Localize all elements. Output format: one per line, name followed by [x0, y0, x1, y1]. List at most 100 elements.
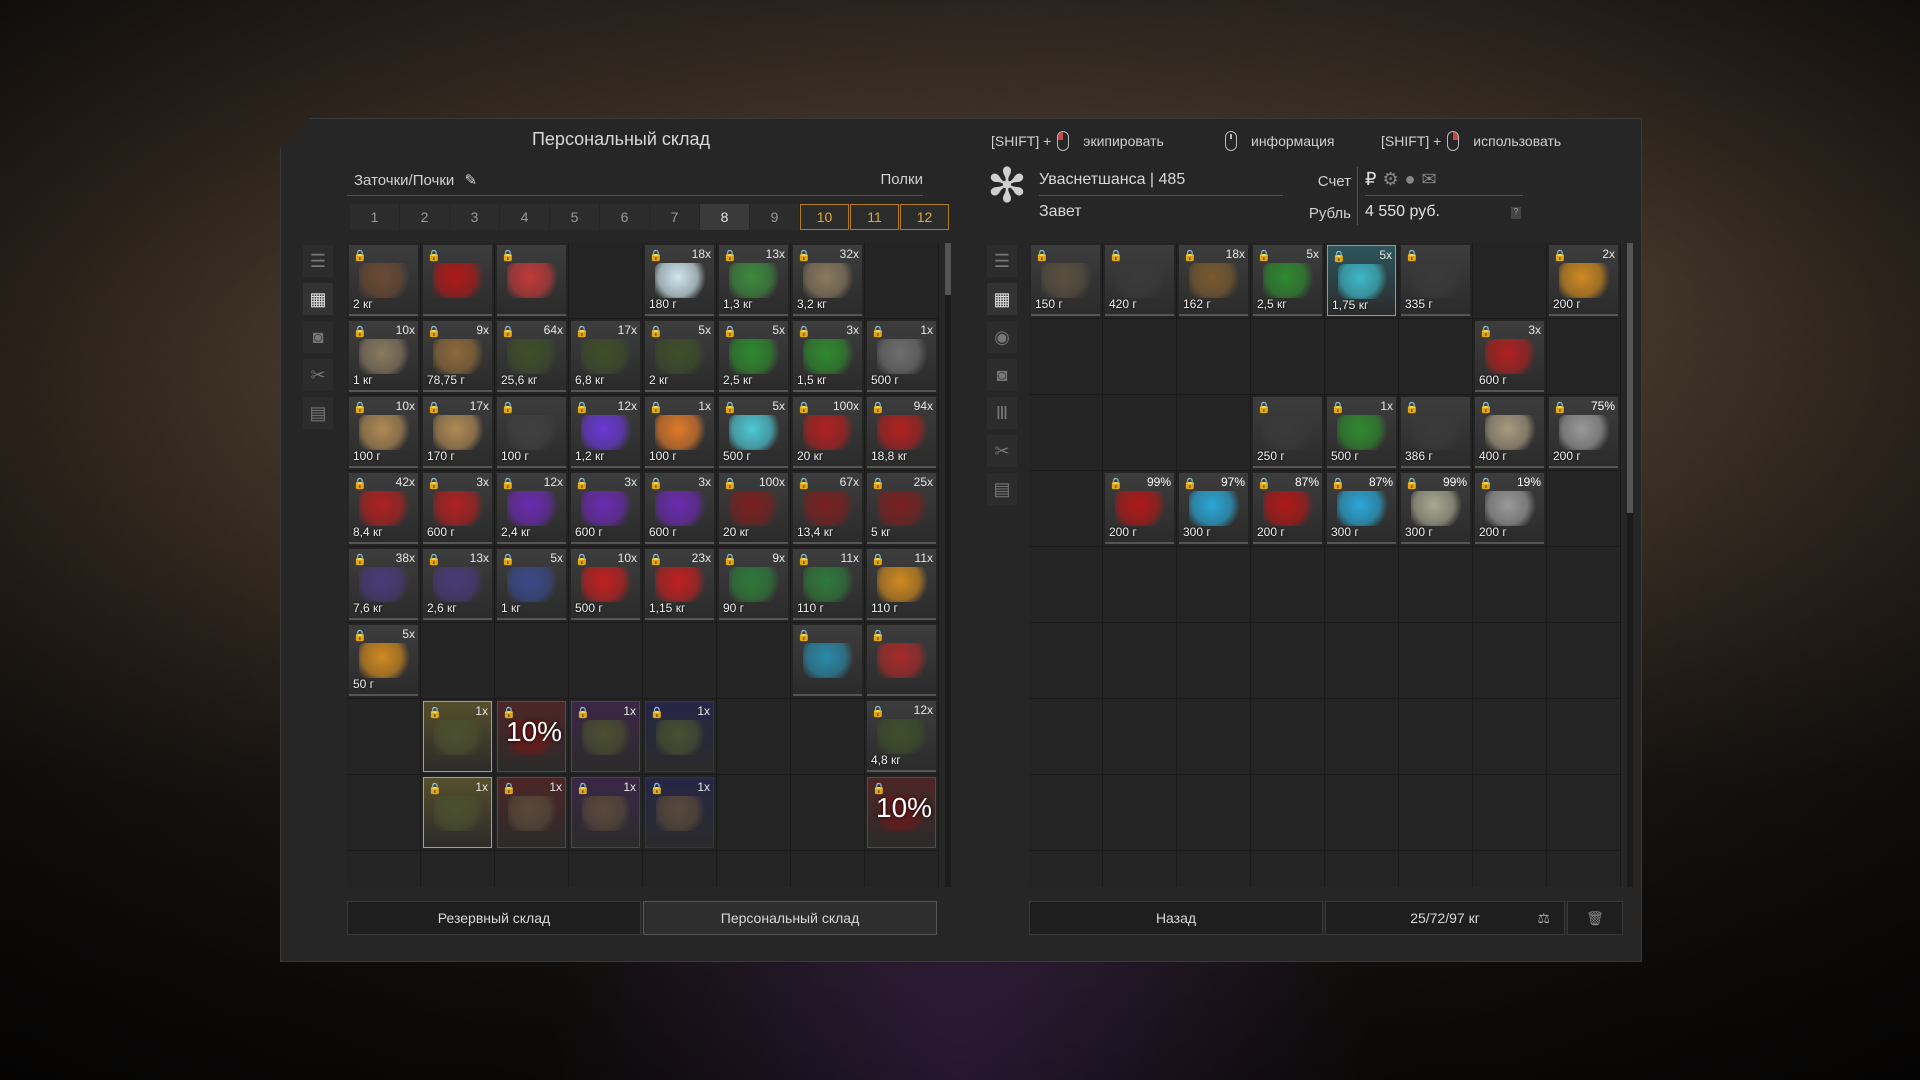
- grid-cell[interactable]: [1325, 319, 1399, 395]
- grid-cell[interactable]: 🔒 17x 6,8 кг: [569, 319, 643, 395]
- inventory-item[interactable]: 🔒 99% 200 г: [1105, 473, 1174, 544]
- inventory-item[interactable]: 🔒 10%: [497, 701, 566, 772]
- inventory-item[interactable]: 🔒 5x 500 г: [719, 397, 788, 468]
- grid-cell[interactable]: 🔒 38x 7,6 кг: [347, 547, 421, 623]
- grid-cell[interactable]: 🔒 1x 500 г: [1325, 395, 1399, 471]
- inventory-item[interactable]: 🔒 17x 170 г: [423, 397, 492, 468]
- grid-cell[interactable]: [717, 623, 791, 699]
- personal-storage-button[interactable]: Персональный склад: [643, 901, 937, 935]
- grid-cell[interactable]: 🔒: [791, 623, 865, 699]
- inventory-item[interactable]: 🔒 1x: [645, 777, 714, 848]
- grid-cell[interactable]: [643, 851, 717, 887]
- ammo-filter-icon[interactable]: Ⅲ: [987, 397, 1017, 429]
- shelf-tab-7[interactable]: 7: [650, 204, 699, 230]
- grid-cell[interactable]: [1251, 547, 1325, 623]
- grid-cell[interactable]: [569, 243, 643, 319]
- grid-cell[interactable]: [1177, 395, 1251, 471]
- grid-cell[interactable]: [1473, 699, 1547, 775]
- inventory-item[interactable]: 🔒: [867, 625, 936, 696]
- grid-cell[interactable]: [347, 699, 421, 775]
- grid-cell[interactable]: [1103, 395, 1177, 471]
- grid-cell[interactable]: [1325, 851, 1399, 887]
- grid-cell[interactable]: [1473, 851, 1547, 887]
- ruble-icon[interactable]: ₽: [1365, 169, 1382, 189]
- grid-cell[interactable]: 🔒 25x 5 кг: [865, 471, 939, 547]
- inventory-item[interactable]: 🔒 1x: [571, 777, 640, 848]
- inventory-item[interactable]: 🔒 150 г: [1031, 245, 1100, 316]
- inventory-item[interactable]: 🔒 5x 2,5 кг: [1253, 245, 1322, 316]
- grid-cell[interactable]: [1399, 775, 1473, 851]
- grid-cell[interactable]: 🔒 23x 1,15 кг: [643, 547, 717, 623]
- grid-cell[interactable]: [1177, 851, 1251, 887]
- grid-cell[interactable]: [1547, 547, 1621, 623]
- grid-cell[interactable]: 🔒 11x 110 г: [791, 547, 865, 623]
- grid-cell[interactable]: 🔒 42x 8,4 кг: [347, 471, 421, 547]
- inventory-item[interactable]: 🔒 5x 2 кг: [645, 321, 714, 392]
- grid-cell[interactable]: 🔒 97% 300 г: [1177, 471, 1251, 547]
- shelf-name[interactable]: Заточки/Почки ✎: [354, 171, 477, 189]
- inventory-item[interactable]: 🔒 87% 300 г: [1327, 473, 1396, 544]
- inventory-item[interactable]: 🔒 100x 20 кг: [793, 397, 862, 468]
- grid-cell[interactable]: [791, 851, 865, 887]
- grid-cell[interactable]: [1399, 547, 1473, 623]
- grid-cell[interactable]: [1325, 623, 1399, 699]
- shelf-tab-12[interactable]: 12: [900, 204, 949, 230]
- grid-cell[interactable]: [1177, 319, 1251, 395]
- shelf-tab-9[interactable]: 9: [750, 204, 799, 230]
- grid-cell[interactable]: 🔒 87% 300 г: [1325, 471, 1399, 547]
- grid-cell[interactable]: 🔒 1x: [643, 699, 717, 775]
- grid-cell[interactable]: [1547, 851, 1621, 887]
- grid-cell[interactable]: [1251, 851, 1325, 887]
- inventory-item[interactable]: 🔒 10%: [867, 777, 936, 848]
- inventory-item[interactable]: 🔒 87% 200 г: [1253, 473, 1322, 544]
- grid-cell[interactable]: [1251, 699, 1325, 775]
- grid-cell[interactable]: [1547, 319, 1621, 395]
- grid-cell[interactable]: 🔒 18x 180 г: [643, 243, 717, 319]
- inventory-item[interactable]: 🔒 13x 2,6 кг: [423, 549, 492, 620]
- left-scroll-thumb[interactable]: [945, 243, 951, 295]
- grid-cell[interactable]: 🔒 420 г: [1103, 243, 1177, 319]
- grid-cell[interactable]: [569, 623, 643, 699]
- grid-cell[interactable]: 🔒 1x: [569, 775, 643, 851]
- shelf-tab-2[interactable]: 2: [400, 204, 449, 230]
- grid-cell[interactable]: 🔒 1x: [421, 699, 495, 775]
- inventory-item[interactable]: 🔒 1x: [571, 701, 640, 772]
- grid-cell[interactable]: 🔒 17x 170 г: [421, 395, 495, 471]
- grid-cell[interactable]: 🔒 5x 50 г: [347, 623, 421, 699]
- grid-cell[interactable]: [1177, 699, 1251, 775]
- grid-cell[interactable]: [1029, 395, 1103, 471]
- inventory-item[interactable]: 🔒 3x 600 г: [645, 473, 714, 544]
- grid-cell[interactable]: 🔒 18x 162 г: [1177, 243, 1251, 319]
- inventory-item[interactable]: 🔒 335 г: [1401, 245, 1470, 316]
- trash-icon[interactable]: 🗑: [1567, 901, 1623, 935]
- grid-cell[interactable]: [1029, 775, 1103, 851]
- grid-cell[interactable]: [1547, 775, 1621, 851]
- inventory-item[interactable]: 🔒 67x 13,4 кг: [793, 473, 862, 544]
- grid-cell[interactable]: 🔒 5x 1 кг: [495, 547, 569, 623]
- grid-cell[interactable]: 🔒 11x 110 г: [865, 547, 939, 623]
- grid-cell[interactable]: [421, 851, 495, 887]
- grid-cell[interactable]: 🔒 3x 1,5 кг: [791, 319, 865, 395]
- grid-cell[interactable]: 🔒 10%: [865, 775, 939, 851]
- inventory-item[interactable]: 🔒 12x 2,4 кг: [497, 473, 566, 544]
- tools-filter-icon[interactable]: ✂: [303, 359, 333, 391]
- grid-cell[interactable]: [1177, 547, 1251, 623]
- grid-cell[interactable]: 🔒 64x 25,6 кг: [495, 319, 569, 395]
- grid-view-icon[interactable]: ▦: [303, 283, 333, 315]
- inventory-item[interactable]: 🔒 19% 200 г: [1475, 473, 1544, 544]
- right-scrollbar[interactable]: [1627, 243, 1633, 887]
- grid-cell[interactable]: [1103, 319, 1177, 395]
- inventory-item[interactable]: 🔒 1x: [645, 701, 714, 772]
- grid-cell[interactable]: [1473, 243, 1547, 319]
- help-icon[interactable]: ?: [1511, 207, 1521, 219]
- grid-cell[interactable]: [1325, 547, 1399, 623]
- grid-cell[interactable]: [1177, 775, 1251, 851]
- camera-filter-icon[interactable]: ◙: [303, 321, 333, 353]
- inventory-item[interactable]: 🔒 12x 1,2 кг: [571, 397, 640, 468]
- grid-cell[interactable]: [1399, 699, 1473, 775]
- inventory-item[interactable]: 🔒 99% 300 г: [1401, 473, 1470, 544]
- grid-cell[interactable]: [1177, 623, 1251, 699]
- inventory-item[interactable]: 🔒 17x 6,8 кг: [571, 321, 640, 392]
- inventory-item[interactable]: 🔒 97% 300 г: [1179, 473, 1248, 544]
- inventory-item[interactable]: 🔒 64x 25,6 кг: [497, 321, 566, 392]
